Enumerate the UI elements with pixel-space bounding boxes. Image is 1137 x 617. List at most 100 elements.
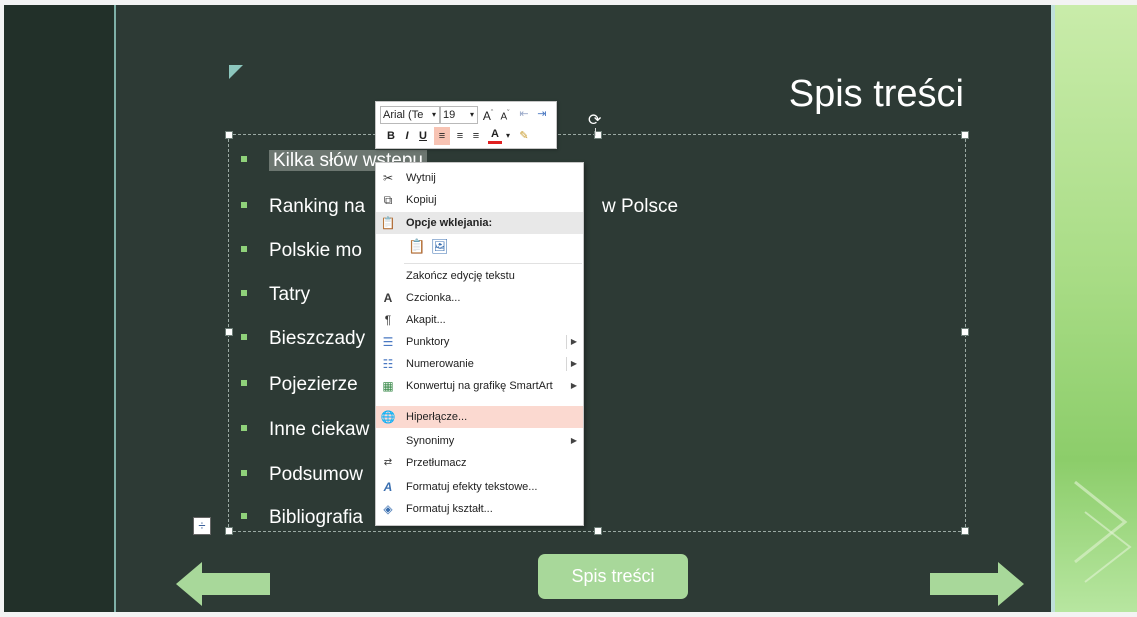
paste-keep-formatting-icon[interactable]: 📋 [408,238,425,254]
font-name-value: Arial (Te [383,109,424,121]
list-item[interactable]: Pojezierze [241,370,358,400]
list-item[interactable]: Podsumow [241,460,363,490]
resize-handle-top-right[interactable] [961,131,969,139]
list-item-text: Polskie mo [269,240,362,261]
list-item[interactable]: Polskie mo [241,236,362,266]
submenu-arrow-icon: ▶ [570,359,577,368]
resize-handle-bottom[interactable] [594,527,602,535]
hyperlink-icon: 🌐 [380,410,396,424]
menu-item-cut[interactable]: ✂ Wytnij [376,167,583,189]
translate-icon: ⇄ [383,457,393,468]
menu-item-label: Akapit... [406,314,446,326]
bullet-marker [241,469,247,476]
list-item-text: Inne ciekaw [269,419,370,440]
menu-item-copy[interactable]: ⧉ Kopiuj [376,189,583,211]
rotate-handle-stem [595,128,596,136]
menu-item-synonyms[interactable]: Synonimy ▶ [376,430,583,452]
list-item-text: Bibliografia [269,507,363,528]
bullet-marker [241,201,247,208]
menu-item-end-text-edit[interactable]: Zakończ edycję tekstu [376,265,583,287]
menu-item-hyperlink[interactable]: 🌐 Hiperłącze... [376,406,583,428]
previous-slide-arrow-icon[interactable] [176,562,270,606]
list-item-text: Ranking na [269,196,366,217]
menu-item-label: Opcje wklejania: [406,217,493,229]
submenu-separator [566,357,567,371]
menu-item-format-shape[interactable]: ◈ Formatuj kształt... [376,498,583,520]
underline-button[interactable]: U [416,127,430,145]
menu-item-label: Wytnij [406,172,436,184]
format-shape-icon: ◈ [383,502,393,516]
slide-left-band [4,5,114,612]
paste-picture-icon[interactable]: 🖼 [431,238,449,254]
list-item-text: Podsumow [269,464,363,485]
list-item-text: Tatry [269,284,311,305]
bullet-marker [241,289,247,296]
menu-item-label: Hiperłącze... [406,411,468,423]
table-of-contents-button[interactable]: Spis treści [538,554,688,599]
grow-font-button[interactable]: Aˆ [481,105,495,123]
resize-handle-left[interactable] [225,328,233,336]
menu-item-format-text-effects[interactable]: A Formatuj efekty tekstowe... [376,476,583,498]
chevron-down-icon[interactable]: ▾ [504,127,512,145]
list-item[interactable]: Bibliografia [241,503,363,533]
align-center-icon[interactable]: ≡ [452,127,468,145]
menu-item-numbering[interactable]: ☷ Numerowanie ▶ [376,353,583,375]
submenu-arrow-icon: ▶ [570,381,577,390]
decrease-indent-icon[interactable]: ⇤ [516,105,532,123]
menu-item-label: Kopiuj [406,194,437,206]
increase-indent-icon[interactable]: ⇥ [534,105,550,123]
list-item[interactable]: Bieszczady [241,324,365,354]
corner-triangle-decoration [229,65,243,79]
resize-handle-bottom-right[interactable] [961,527,969,535]
menu-item-font[interactable]: A Czcionka... [376,287,583,309]
bullet-marker [241,512,247,519]
chevron-down-icon: ▾ [431,110,436,119]
menu-item-label: Synonimy [406,435,455,447]
scissors-icon: ✂ [382,171,394,185]
font-color-button[interactable]: A [488,127,502,144]
font-name-dropdown[interactable]: Arial (Te ▾ [380,106,440,124]
menu-item-paste-options: 📋 Opcje wklejania: [376,212,583,234]
list-item[interactable]: Inne ciekaw [241,415,369,445]
bullet-marker [241,333,247,340]
menu-separator [404,263,582,264]
menu-item-convert-smartart[interactable]: ▦ Konwertuj na grafikę SmartArt ▶ [376,375,583,397]
submenu-arrow-icon: ▶ [570,436,577,445]
italic-button[interactable]: I [400,127,414,145]
bullet-marker [241,245,247,252]
resize-handle-right[interactable] [961,328,969,336]
resize-handle-top-left[interactable] [225,131,233,139]
slide-right-decoration [1055,5,1137,612]
align-right-icon[interactable]: ≡ [468,127,484,145]
context-menu: ✂ Wytnij ⧉ Kopiuj 📋 Opcje wklejania: 📋 🖼… [375,162,584,526]
chevron-down-icon: ▾ [469,110,474,119]
menu-item-bullets[interactable]: ☰ Punktory ▶ [376,331,583,353]
list-item[interactable]: Ranking na [241,192,365,222]
menu-item-label: Konwertuj na grafikę SmartArt [406,380,553,392]
smartart-icon: ▦ [382,379,394,393]
list-item-continuation: w Polsce [602,192,678,222]
bullet-marker [241,155,247,162]
bold-button[interactable]: B [384,127,398,145]
menu-item-label: Formatuj kształt... [406,503,493,515]
format-painter-icon[interactable]: ✎ [516,127,532,145]
bullet-marker [241,379,247,386]
align-left-icon[interactable]: ≡ [434,127,450,145]
resize-handle-bottom-left[interactable] [225,527,233,535]
slide-title[interactable]: Spis treści [760,70,964,118]
text-effects-icon: A [383,480,393,494]
font-size-value: 19 [443,109,456,121]
menu-item-label: Zakończ edycję tekstu [406,270,515,282]
list-item[interactable]: Tatry [241,280,310,310]
next-slide-arrow-icon[interactable] [930,562,1024,606]
rotate-handle-icon[interactable]: ⟳ [588,113,601,129]
autofit-options-icon[interactable]: ÷ [193,517,211,535]
font-size-dropdown[interactable]: 19 ▾ [440,106,478,124]
menu-item-translate[interactable]: ⇄ Przetłumacz [376,452,583,474]
shrink-font-button[interactable]: Aˇ [498,105,512,123]
copy-icon: ⧉ [383,193,393,207]
menu-item-paragraph[interactable]: ¶ Akapit... [376,309,583,331]
font-icon: A [383,291,393,305]
paste-icon: 📋 [380,216,396,230]
list-item-text: Pojezierze [269,374,358,395]
